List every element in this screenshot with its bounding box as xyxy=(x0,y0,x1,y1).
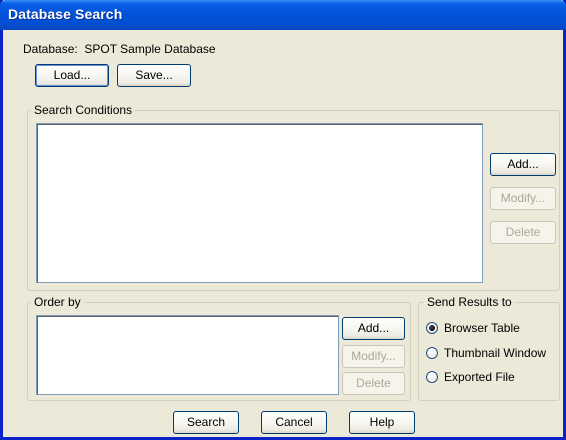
radio-browser-table[interactable]: Browser Table xyxy=(426,320,520,336)
send-results-label: Send Results to xyxy=(424,295,515,309)
radio-exported-file[interactable]: Exported File xyxy=(426,369,515,385)
radio-unchecked-icon[interactable] xyxy=(426,347,438,359)
order-by-modify-button[interactable]: Modify... xyxy=(342,345,405,368)
order-by-list[interactable] xyxy=(36,315,339,395)
search-conditions-delete-button[interactable]: Delete xyxy=(490,221,556,244)
database-search-window: Database Search Database: SPOT Sample Da… xyxy=(0,0,566,440)
title-bar[interactable]: Database Search xyxy=(0,0,566,30)
database-label: Database: SPOT Sample Database xyxy=(23,42,216,56)
radio-thumbnail-window[interactable]: Thumbnail Window xyxy=(426,345,546,361)
search-conditions-modify-button[interactable]: Modify... xyxy=(490,187,556,210)
search-button[interactable]: Search xyxy=(173,411,239,434)
cancel-button[interactable]: Cancel xyxy=(261,411,327,434)
save-button[interactable]: Save... xyxy=(117,64,191,87)
order-by-label: Order by xyxy=(31,295,84,309)
search-conditions-label: Search Conditions xyxy=(31,103,136,117)
search-conditions-add-button[interactable]: Add... xyxy=(490,153,556,176)
radio-label: Browser Table xyxy=(444,321,520,335)
order-by-add-button[interactable]: Add... xyxy=(342,317,405,340)
search-conditions-list[interactable] xyxy=(36,123,483,283)
radio-checked-icon[interactable] xyxy=(426,322,438,334)
help-button[interactable]: Help xyxy=(349,411,415,434)
radio-unchecked-icon[interactable] xyxy=(426,371,438,383)
window-title: Database Search xyxy=(8,6,123,22)
order-by-delete-button[interactable]: Delete xyxy=(342,372,405,395)
load-button[interactable]: Load... xyxy=(35,64,109,87)
radio-label: Exported File xyxy=(444,370,515,384)
radio-label: Thumbnail Window xyxy=(444,346,547,360)
